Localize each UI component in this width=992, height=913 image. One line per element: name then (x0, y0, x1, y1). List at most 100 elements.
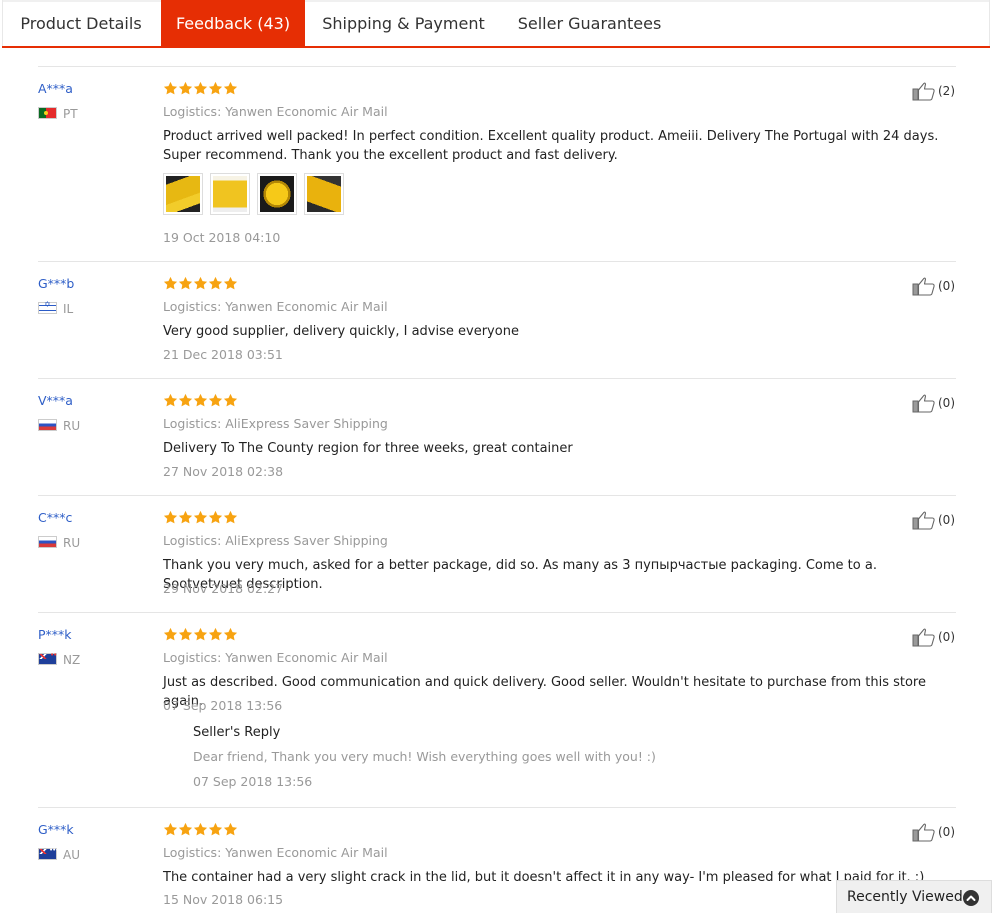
review-item: C***c RU Logistics: AliExpress Saver Shi… (38, 496, 956, 613)
tab-feedback[interactable]: Feedback (43) (161, 0, 305, 46)
country-code: IL (63, 302, 74, 316)
thumbs-up-icon (912, 82, 936, 101)
review-date: 07 Sep 2018 13:56 (163, 698, 283, 713)
logistics-info: Logistics: AliExpress Saver Shipping (163, 533, 388, 548)
helpful-like-button[interactable]: (0) (912, 627, 956, 647)
recently-viewed-button[interactable]: Recently Viewed (836, 880, 992, 913)
star-icon (193, 81, 208, 96)
review-photo-thumbnail[interactable] (257, 173, 297, 215)
star-icon (208, 393, 223, 408)
star-icon (193, 393, 208, 408)
logistics-info: Logistics: Yanwen Economic Air Mail (163, 845, 388, 860)
australia-flag-icon (38, 846, 58, 860)
review-item: A***a PT Logistics: Yanwen Economic Air … (38, 67, 956, 262)
star-rating (163, 276, 238, 292)
star-icon (223, 510, 238, 525)
reviewer-name[interactable]: P***k (38, 627, 72, 642)
reviewer-country: RU (38, 536, 80, 550)
star-icon (223, 627, 238, 642)
star-icon (178, 627, 193, 642)
logistics-info: Logistics: Yanwen Economic Air Mail (163, 650, 388, 665)
logistics-info: Logistics: AliExpress Saver Shipping (163, 416, 388, 431)
star-icon (163, 393, 178, 408)
recently-viewed-label: Recently Viewed (847, 889, 963, 905)
reviewer-country: RU (38, 419, 80, 433)
reviewer-name[interactable]: V***a (38, 393, 73, 408)
star-icon (163, 627, 178, 642)
thumbs-up-icon (912, 277, 936, 296)
like-count: (2) (938, 84, 955, 98)
review-item: V***a RU Logistics: AliExpress Saver Shi… (38, 379, 956, 496)
like-count: (0) (938, 279, 955, 293)
new-zealand-flag-icon (38, 651, 57, 665)
helpful-like-button[interactable]: (0) (912, 510, 956, 530)
tab-shipping-payment[interactable]: Shipping & Payment (305, 2, 502, 46)
reviewer-name[interactable]: G***k (38, 822, 74, 837)
review-date: 15 Nov 2018 06:15 (163, 892, 284, 907)
russia-flag-icon (38, 419, 57, 431)
review-text: Very good supplier, delivery quickly, I … (163, 324, 519, 339)
star-icon (178, 393, 193, 408)
star-icon (193, 276, 208, 291)
review-photo-thumbnail[interactable] (304, 173, 344, 215)
russia-flag-icon (38, 536, 57, 548)
helpful-like-button[interactable]: (0) (912, 393, 956, 413)
thumbs-up-icon (912, 823, 936, 842)
country-code: RU (63, 536, 81, 550)
reviewer-name[interactable]: A***a (38, 81, 73, 96)
star-icon (223, 276, 238, 291)
star-icon (178, 822, 193, 837)
tab-product-details[interactable]: Product Details (2, 2, 160, 46)
review-item: G***k AU Logistics: Yanwen Economic Air … (38, 808, 956, 913)
star-icon (163, 81, 178, 96)
star-icon (208, 510, 223, 525)
star-icon (193, 627, 208, 642)
tab-bar-right-border (989, 0, 990, 46)
review-text: Product arrived well packed! In perfect … (163, 129, 939, 163)
like-count: (0) (938, 825, 955, 839)
country-code: RU (63, 419, 81, 433)
review-item: G***b IL Logistics: Yanwen Economic Air … (38, 262, 956, 379)
star-rating (163, 627, 238, 643)
helpful-like-button[interactable]: (0) (912, 822, 956, 842)
seller-reply-text: Dear friend, Thank you very much! Wish e… (193, 749, 656, 764)
tab-underline (2, 46, 990, 48)
israel-flag-icon (38, 300, 57, 314)
like-count: (0) (938, 630, 955, 644)
star-icon (193, 510, 208, 525)
star-icon (223, 81, 238, 96)
star-icon (223, 393, 238, 408)
star-icon (208, 81, 223, 96)
seller-reply-title: Seller's Reply (193, 725, 281, 740)
star-rating (163, 81, 238, 97)
thumbs-up-icon (912, 628, 936, 647)
review-photo-thumbnail[interactable] (163, 173, 203, 215)
like-count: (0) (938, 513, 955, 527)
star-icon (163, 276, 178, 291)
review-item: P***k NZ Logistics: Yanwen Economic Air … (38, 613, 956, 808)
reviewer-name[interactable]: G***b (38, 276, 74, 291)
review-text: Delivery To The County region for three … (163, 441, 573, 456)
thumbs-up-icon (912, 394, 936, 413)
star-rating (163, 822, 238, 838)
reviewer-name[interactable]: C***c (38, 510, 72, 525)
star-icon (208, 276, 223, 291)
tab-seller-guarantees[interactable]: Seller Guarantees (502, 2, 677, 46)
review-date: 27 Nov 2018 02:38 (163, 464, 284, 479)
review-photo-thumbnail[interactable] (210, 173, 250, 215)
review-date: 21 Dec 2018 03:51 (163, 347, 283, 362)
star-icon (163, 822, 178, 837)
logistics-info: Logistics: Yanwen Economic Air Mail (163, 299, 388, 314)
seller-reply-date: 07 Sep 2018 13:56 (193, 774, 313, 789)
star-rating (163, 510, 238, 526)
country-code: AU (63, 848, 80, 862)
star-icon (208, 822, 223, 837)
country-code: NZ (63, 653, 81, 667)
chevron-up-icon (963, 890, 979, 906)
reviewer-country: AU (38, 846, 80, 862)
helpful-like-button[interactable]: (0) (912, 276, 956, 296)
star-icon (223, 822, 238, 837)
reviewer-country: NZ (38, 651, 81, 667)
star-icon (178, 276, 193, 291)
helpful-like-button[interactable]: (2) (912, 81, 956, 101)
